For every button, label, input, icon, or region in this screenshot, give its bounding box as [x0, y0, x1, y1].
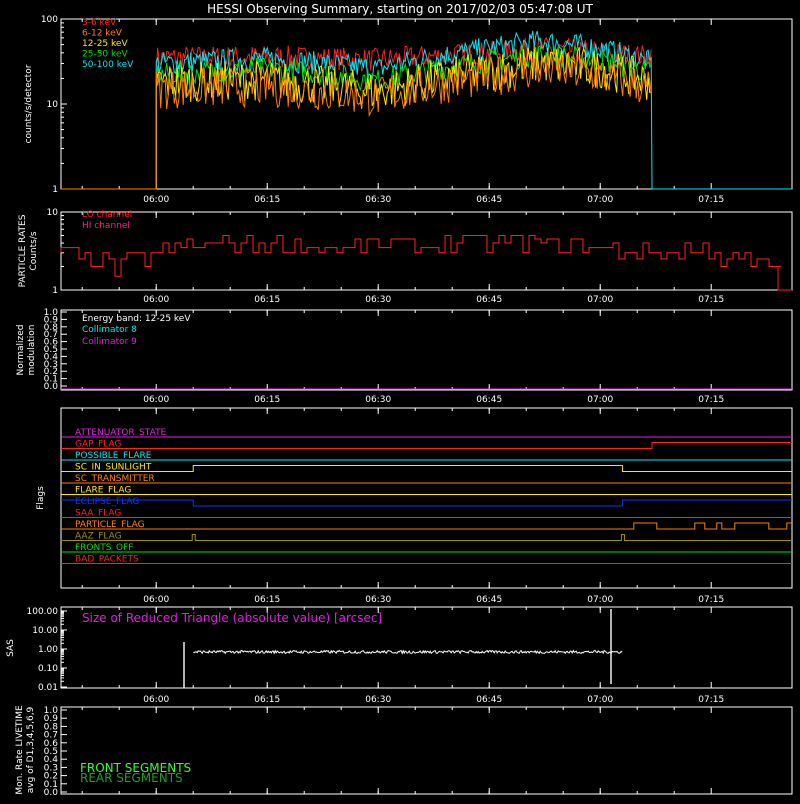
x-tick-label: 06:45 — [476, 195, 502, 205]
panel3-ylabel-line1: Normalized — [16, 324, 26, 375]
p1-ytick-label: 10 — [47, 100, 59, 110]
x-tick-label: 06:15 — [254, 295, 280, 305]
p6-ytick-label: 1.0 — [44, 706, 59, 716]
x-tick-label: 06:15 — [254, 595, 280, 605]
x-tick-label: 06:30 — [365, 395, 391, 405]
x-tick-label: 07:15 — [698, 695, 724, 705]
p1-ytick-label: 100 — [41, 15, 58, 25]
p5-ytick-label: 1.00 — [38, 645, 58, 655]
x-tick-label: 07:15 — [698, 195, 724, 205]
panel6-ylabel-line1: Mon. Rate LIVETIME — [15, 705, 25, 795]
p5-ytick-label: 0.01 — [38, 683, 58, 693]
x-tick-label: 07:00 — [587, 395, 613, 405]
legend-rear-segments: REAR SEGMENTS — [80, 771, 183, 785]
x-tick-label: 06:00 — [143, 295, 169, 305]
flag-label: ECLIPSE_FLAG — [75, 497, 139, 507]
x-tick-label: 06:00 — [143, 595, 169, 605]
legend-hi-channel: HI channel — [82, 221, 130, 231]
legend-entry: 25-50 keV — [82, 50, 128, 60]
panel2-ylabel-line1: PARTICLE RATES — [18, 214, 28, 287]
x-tick-label: 06:45 — [476, 695, 502, 705]
panel5-ylabel: SAS — [6, 639, 16, 657]
p2-ytick-label: 1 — [52, 286, 58, 296]
p5-ytick-label: 100.00 — [27, 607, 59, 617]
panel4-ylabel: Flags — [36, 486, 46, 510]
panel3-ylabel-line2: modulation — [27, 325, 37, 376]
p5-ytick-label: 10.00 — [32, 626, 58, 636]
x-tick-label: 06:15 — [254, 395, 280, 405]
x-tick-label: 06:15 — [254, 695, 280, 705]
x-tick-label: 07:00 — [587, 595, 613, 605]
x-tick-label: 06:30 — [365, 695, 391, 705]
x-tick-label: 07:15 — [698, 295, 724, 305]
x-tick-label: 07:00 — [587, 195, 613, 205]
p3-ytick-label: 1.0 — [44, 308, 59, 318]
x-tick-label: 06:30 — [365, 195, 391, 205]
legend-lo-channel: LO channel — [82, 210, 132, 220]
x-tick-label: 07:15 — [698, 395, 724, 405]
x-tick-label: 06:00 — [143, 395, 169, 405]
x-tick-label: 06:45 — [476, 395, 502, 405]
x-tick-label: 06:30 — [365, 295, 391, 305]
legend-entry: 3-6 keV — [82, 18, 117, 28]
figure-title: HESSI Observing Summary, starting on 201… — [207, 2, 593, 16]
energy-band-label: Energy band: 12-25 keV — [82, 314, 191, 324]
legend-entry: 50-100 keV — [82, 60, 134, 70]
x-tick-label: 06:00 — [143, 195, 169, 205]
p1-ytick-label: 1 — [52, 185, 58, 195]
p2-ytick-label: 10 — [47, 208, 59, 218]
x-tick-label: 06:30 — [365, 595, 391, 605]
hessi-summary-figure: HESSI Observing Summary, starting on 201… — [0, 0, 800, 800]
legend-collimator-9: Collimator 9 — [82, 337, 137, 347]
x-tick-label: 07:15 — [698, 595, 724, 605]
legend-entry: 6-12 keV — [82, 29, 123, 39]
x-tick-label: 06:15 — [254, 195, 280, 205]
panel6-ylabel-line2: avg of D1,3,4,5,6,9 — [26, 706, 36, 793]
panel1-ylabel: counts/s/detector — [24, 64, 34, 143]
x-tick-label: 06:00 — [143, 695, 169, 705]
legend-entry: 12-25 keV — [82, 39, 128, 49]
legend-collimator-8: Collimator 8 — [82, 325, 137, 335]
panel2-ylabel-line2: Counts/s — [29, 231, 39, 270]
p5-ytick-label: 0.10 — [38, 664, 58, 674]
figure-background — [0, 0, 800, 800]
x-tick-label: 07:00 — [587, 695, 613, 705]
x-tick-label: 06:45 — [476, 295, 502, 305]
x-tick-label: 06:45 — [476, 595, 502, 605]
x-tick-label: 07:00 — [587, 295, 613, 305]
sas-annotation: Size of Reduced Triangle (absolute value… — [82, 611, 382, 625]
